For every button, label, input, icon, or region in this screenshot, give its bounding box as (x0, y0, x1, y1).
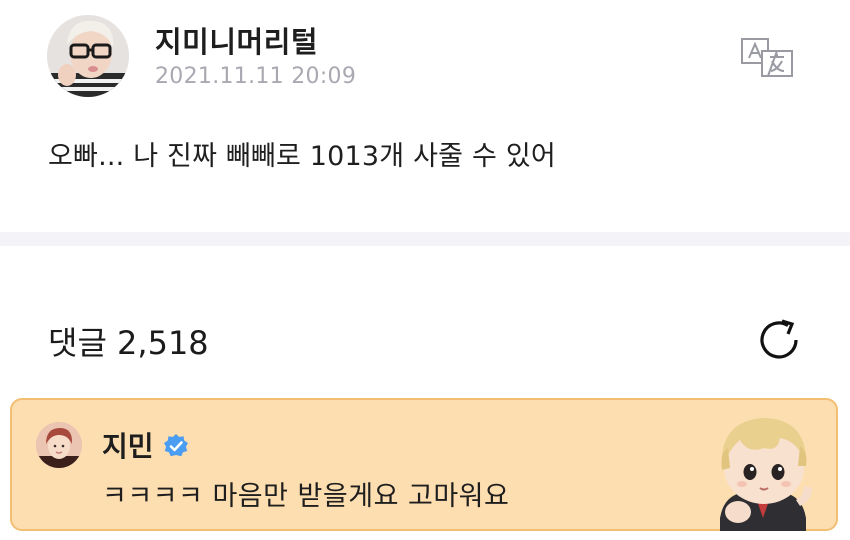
translate-button[interactable] (740, 37, 800, 79)
comments-count-title: 댓글 2,518 (48, 324, 209, 362)
artist-avatar-image (36, 422, 82, 468)
verified-badge-icon (163, 433, 189, 459)
refresh-icon (760, 319, 798, 359)
section-divider (0, 232, 850, 246)
refresh-comments-button[interactable] (755, 316, 805, 364)
pinned-artist-comment[interactable]: 지민 ㅋㅋㅋㅋ 마음만 받을게요 고마워요 (10, 398, 838, 531)
character-sticker (700, 408, 825, 531)
artist-comment-text: ㅋㅋㅋㅋ 마음만 받을게요 고마워요 (102, 481, 510, 512)
translate-icon (741, 38, 793, 77)
post-header: 지미니머리털 2021.11.11 20:09 (47, 15, 807, 97)
post-timestamp: 2021.11.11 20:09 (155, 64, 357, 89)
artist-name[interactable]: 지민 (102, 425, 154, 465)
author-name[interactable]: 지미니머리털 (155, 19, 318, 61)
author-avatar-image (47, 15, 129, 97)
artist-avatar[interactable] (36, 422, 82, 468)
author-avatar[interactable] (47, 15, 129, 97)
post-body: 오빠... 나 진짜 빼빼로 1013개 사줄 수 있어 (48, 141, 556, 172)
